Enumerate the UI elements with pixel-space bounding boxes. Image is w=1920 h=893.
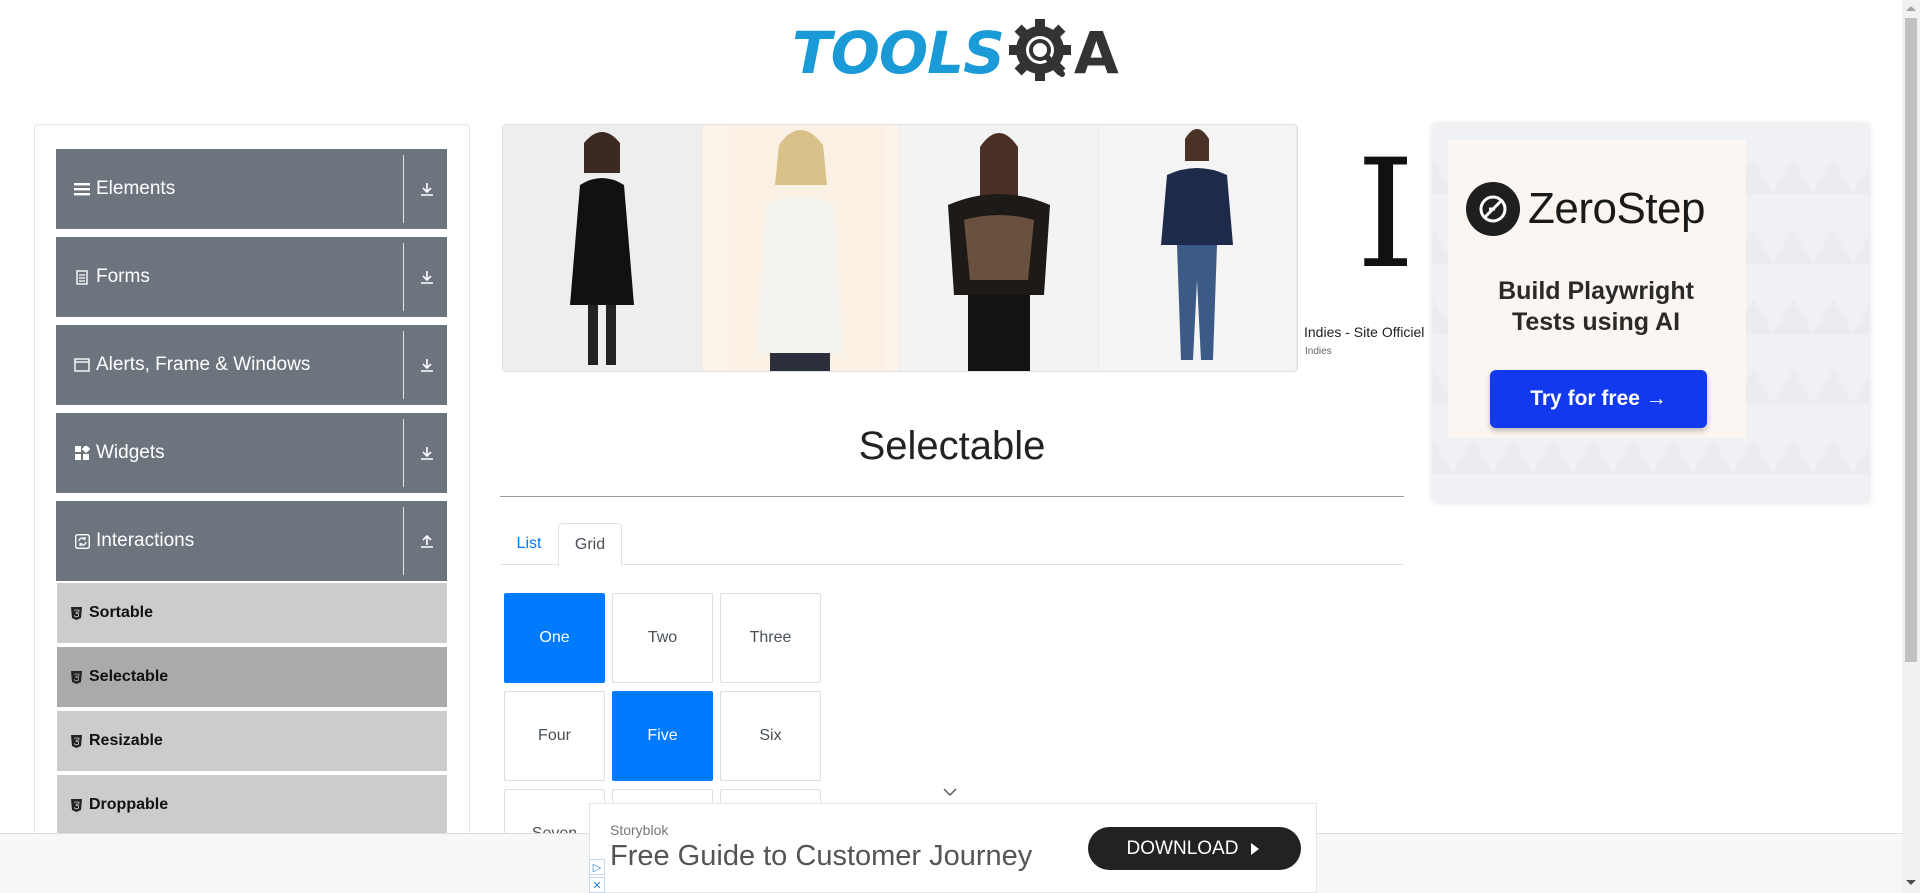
group-title: Interactions bbox=[96, 530, 195, 551]
document-icon bbox=[74, 269, 90, 285]
group-title: Alerts, Frame & Windows bbox=[96, 354, 311, 375]
ad-headline-line1: Build Playwright bbox=[1498, 277, 1694, 305]
vertical-scrollbar[interactable] bbox=[1902, 0, 1920, 893]
hamburger-icon bbox=[74, 181, 90, 197]
download-arrow-icon[interactable] bbox=[419, 445, 435, 461]
divider bbox=[403, 419, 404, 487]
window-icon bbox=[74, 357, 90, 373]
close-ad-icon[interactable]: ✕ bbox=[589, 877, 605, 893]
upload-arrow-icon[interactable] bbox=[419, 533, 435, 549]
divider bbox=[403, 331, 404, 399]
download-arrow-icon[interactable] bbox=[419, 357, 435, 373]
zerostep-icon bbox=[1466, 182, 1520, 236]
ad-photo-white-sweater[interactable] bbox=[701, 125, 900, 371]
ad-headline-line2: Tests using AI bbox=[1511, 308, 1681, 336]
sidebar-item-droppable[interactable]: Droppable bbox=[57, 775, 447, 835]
ad-brand: Storyblok bbox=[610, 822, 669, 838]
html5-icon bbox=[71, 670, 82, 684]
ad-photo-black-dress[interactable] bbox=[503, 125, 702, 371]
chevron-down-icon[interactable] bbox=[943, 787, 957, 797]
divider bbox=[403, 155, 404, 223]
try-for-free-button[interactable]: Try for free → bbox=[1490, 370, 1707, 428]
page-title: Selectable bbox=[858, 424, 1046, 468]
adchoices-icon[interactable]: ▷ bbox=[589, 859, 605, 875]
sidebar-item-label: Selectable bbox=[89, 668, 169, 685]
ad-brand-sub: Indies bbox=[1305, 346, 1332, 357]
ad-headline: Build Playwright Tests using AI bbox=[1448, 276, 1744, 338]
zerostep-ad[interactable]: ZeroStep Build Playwright Tests using AI… bbox=[1433, 124, 1869, 502]
scroll-up-arrow[interactable] bbox=[1906, 6, 1916, 11]
toolsqa-logo[interactable]: TOOLS A bbox=[792, 16, 1119, 90]
page: TOOLS A Elements Forms Alerts, Frame & W… bbox=[0, 0, 1920, 893]
group-title: Forms bbox=[96, 266, 150, 287]
download-label: DOWNLOAD bbox=[1126, 837, 1239, 859]
grid-item-one[interactable]: One bbox=[504, 593, 605, 683]
tab-list[interactable]: List bbox=[500, 523, 558, 565]
indies-logo[interactable]: I bbox=[1356, 140, 1415, 290]
group-header-alerts[interactable]: Alerts, Frame & Windows bbox=[56, 325, 447, 405]
storyblok-ad[interactable]: Storyblok Free Guide to Customer Journey… bbox=[589, 803, 1317, 893]
group-header-elements[interactable]: Elements bbox=[56, 149, 447, 229]
adchoices[interactable]: ▷ ✕ bbox=[589, 859, 605, 893]
group-header-forms[interactable]: Forms bbox=[56, 237, 447, 317]
logo-text-a: A bbox=[1073, 19, 1119, 87]
zerostep-logo: ZeroStep bbox=[1466, 182, 1705, 236]
zerostep-brand: ZeroStep bbox=[1528, 184, 1705, 233]
tab-grid[interactable]: Grid bbox=[558, 523, 622, 566]
grid-item-three[interactable]: Three bbox=[720, 593, 821, 683]
divider bbox=[403, 507, 404, 575]
gear-magnifier-icon bbox=[1008, 19, 1071, 81]
ad-headline: Free Guide to Customer Journey bbox=[610, 840, 1033, 872]
ad-photo-lace-top[interactable] bbox=[900, 125, 1099, 371]
divider bbox=[403, 243, 404, 311]
grid-item-four[interactable]: Four bbox=[504, 691, 605, 781]
group-title: Widgets bbox=[96, 442, 165, 463]
sidebar-item-sortable[interactable]: Sortable bbox=[57, 583, 447, 643]
grid-item-two[interactable]: Two bbox=[612, 593, 713, 683]
ad-card: ZeroStep Build Playwright Tests using AI… bbox=[1448, 140, 1746, 438]
fashion-ad-gallery[interactable] bbox=[502, 124, 1298, 372]
sidebar-item-selectable[interactable]: Selectable bbox=[57, 647, 447, 707]
html5-icon bbox=[71, 606, 82, 620]
sidebar-item-label: Sortable bbox=[89, 604, 154, 621]
group-header-interactions[interactable]: Interactions bbox=[56, 501, 447, 581]
group-title: Elements bbox=[96, 178, 176, 199]
logo-text-tools: TOOLS bbox=[792, 19, 1005, 87]
group-header-widgets[interactable]: Widgets bbox=[56, 413, 447, 493]
html5-icon bbox=[71, 798, 82, 812]
sidebar-item-resizable[interactable]: Resizable bbox=[57, 711, 447, 771]
refresh-icon bbox=[74, 533, 90, 549]
grid-item-five[interactable]: Five bbox=[612, 691, 713, 781]
widgets-icon bbox=[74, 445, 90, 461]
sidebar-item-label: Resizable bbox=[89, 732, 163, 749]
scroll-down-arrow[interactable] bbox=[1906, 880, 1916, 885]
left-panel: Elements Forms Alerts, Frame & Windows W… bbox=[34, 124, 470, 864]
sidebar-item-label: Droppable bbox=[89, 796, 169, 813]
title-divider bbox=[500, 496, 1404, 497]
play-arrow-icon bbox=[1251, 842, 1260, 855]
download-arrow-icon[interactable] bbox=[419, 181, 435, 197]
grid-item-six[interactable]: Six bbox=[720, 691, 821, 781]
ad-photo-jeans[interactable] bbox=[1098, 125, 1297, 371]
tab-bar: List Grid bbox=[500, 523, 1404, 566]
html5-icon bbox=[71, 734, 82, 748]
download-arrow-icon[interactable] bbox=[419, 269, 435, 285]
scroll-thumb[interactable] bbox=[1905, 18, 1917, 662]
ad-brand-name[interactable]: Indies - Site Officiel bbox=[1304, 324, 1424, 340]
download-button[interactable]: DOWNLOAD bbox=[1088, 827, 1301, 870]
